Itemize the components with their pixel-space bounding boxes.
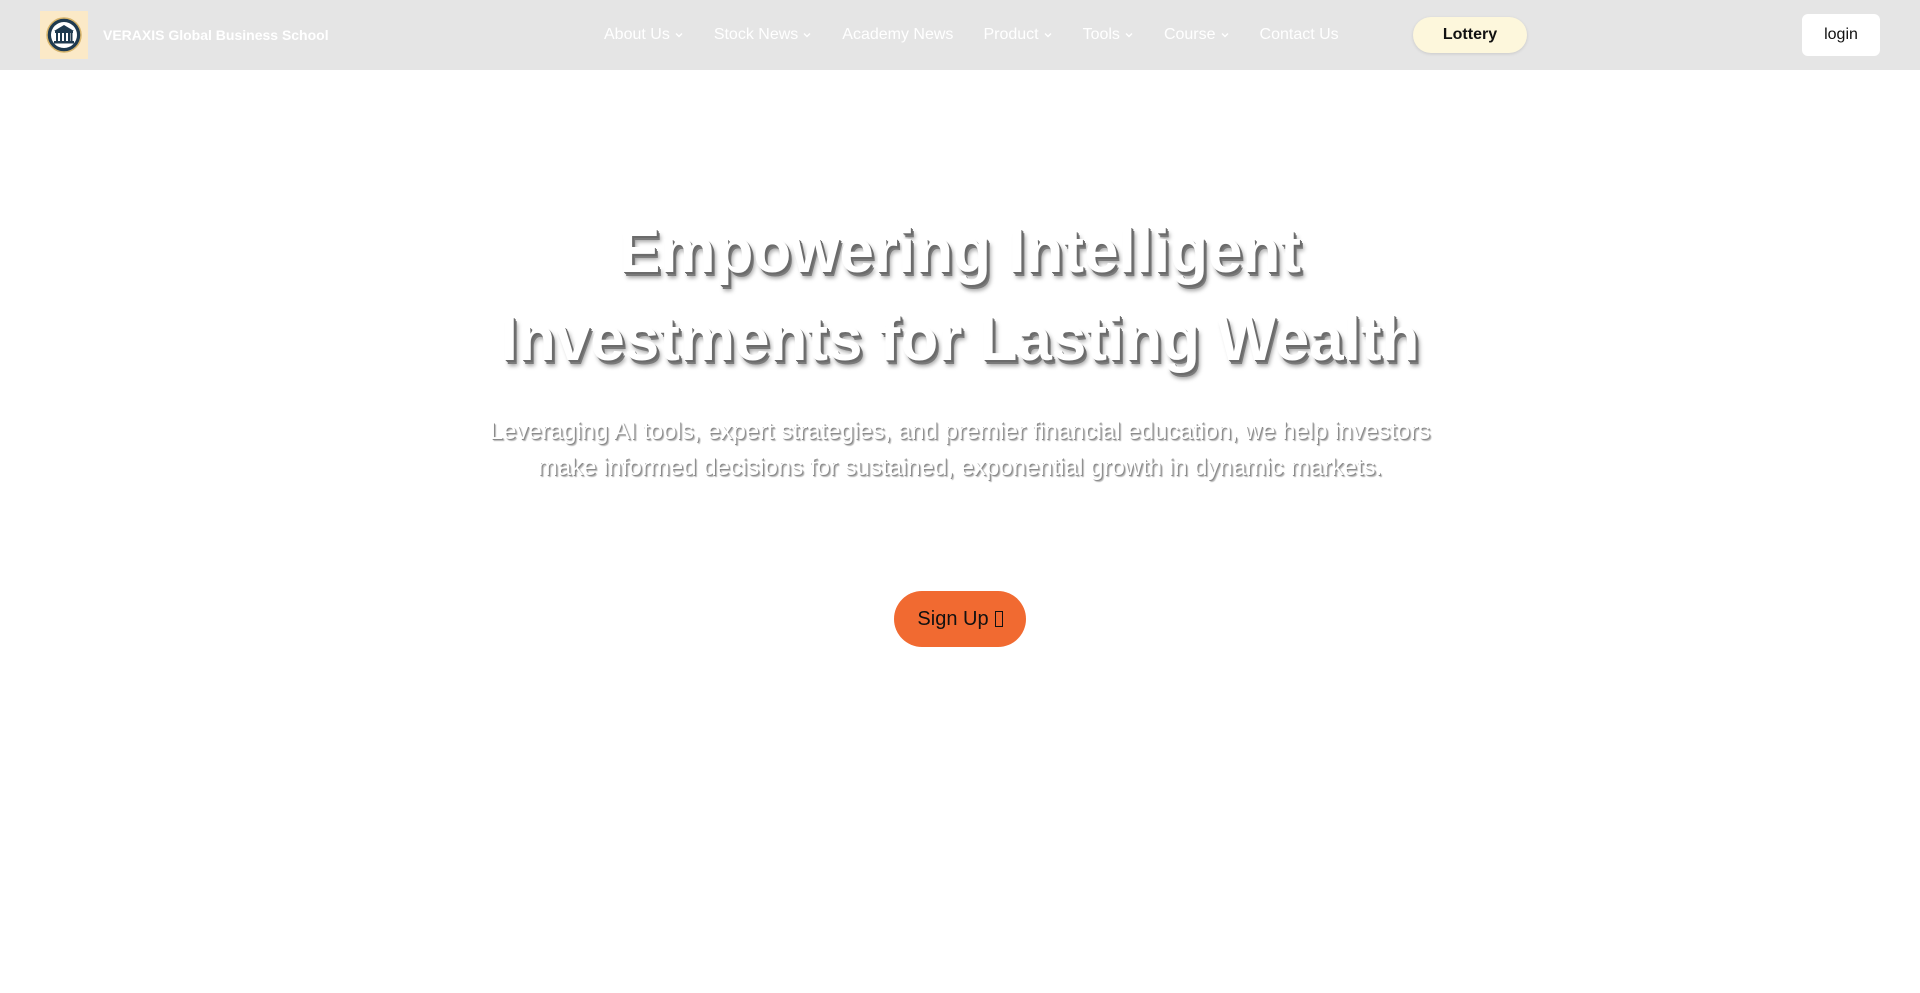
nav-item-about-us[interactable]: About Us bbox=[604, 26, 684, 44]
hero-subtitle-line: Leveraging AI tools, expert strategies, … bbox=[489, 418, 1431, 445]
login-button[interactable]: login bbox=[1802, 14, 1880, 56]
chevron-down-icon bbox=[802, 30, 812, 40]
chevron-down-icon bbox=[674, 30, 684, 40]
chevron-down-icon bbox=[1043, 30, 1053, 40]
sign-up-label: Sign Up bbox=[917, 607, 989, 630]
nav-item-course[interactable]: Course bbox=[1164, 26, 1230, 44]
nav-item-label: Academy News bbox=[842, 26, 954, 43]
nav-item-label: Course bbox=[1163, 26, 1216, 43]
hero-subtitle-line: make informed decisions for sustained, e… bbox=[537, 454, 1383, 481]
nav-item-label: Tools bbox=[1082, 26, 1120, 43]
hero-subtitle: Leveraging AI tools, expert strategies, … bbox=[460, 414, 1460, 486]
hero-title-line: Empowering Intelligent bbox=[618, 217, 1302, 286]
chevron-down-icon bbox=[1124, 30, 1134, 40]
nav-item-label: Stock News bbox=[713, 26, 799, 43]
sign-up-button[interactable]: Sign Up bbox=[894, 591, 1026, 647]
nav-item-stock-news[interactable]: Stock News bbox=[714, 26, 812, 44]
nav-item-label: Product bbox=[983, 26, 1039, 43]
top-navbar: VERAXIS Global Business School About Us … bbox=[0, 0, 1920, 70]
brand-name: VERAXIS Global Business School bbox=[103, 27, 329, 43]
institution-building-icon bbox=[40, 11, 88, 59]
lottery-button[interactable]: Lottery bbox=[1413, 17, 1527, 53]
hero-title: Empowering Intelligent Investments for L… bbox=[360, 208, 1560, 384]
nav-item-tools[interactable]: Tools bbox=[1083, 26, 1134, 44]
chevron-down-icon bbox=[1220, 30, 1230, 40]
nav-item-contact-us[interactable]: Contact Us bbox=[1260, 26, 1339, 44]
nav-item-academy-news[interactable]: Academy News bbox=[842, 26, 953, 44]
main-nav: About Us Stock News Academy News Product… bbox=[604, 0, 1339, 70]
nav-item-product[interactable]: Product bbox=[983, 26, 1052, 44]
hero-title-line: Investments for Lasting Wealth bbox=[500, 305, 1420, 374]
arrow-right-icon bbox=[994, 611, 1003, 627]
brand-link[interactable]: VERAXIS Global Business School bbox=[40, 11, 329, 59]
nav-item-label: About Us bbox=[604, 26, 670, 43]
nav-item-label: Contact Us bbox=[1259, 26, 1339, 43]
